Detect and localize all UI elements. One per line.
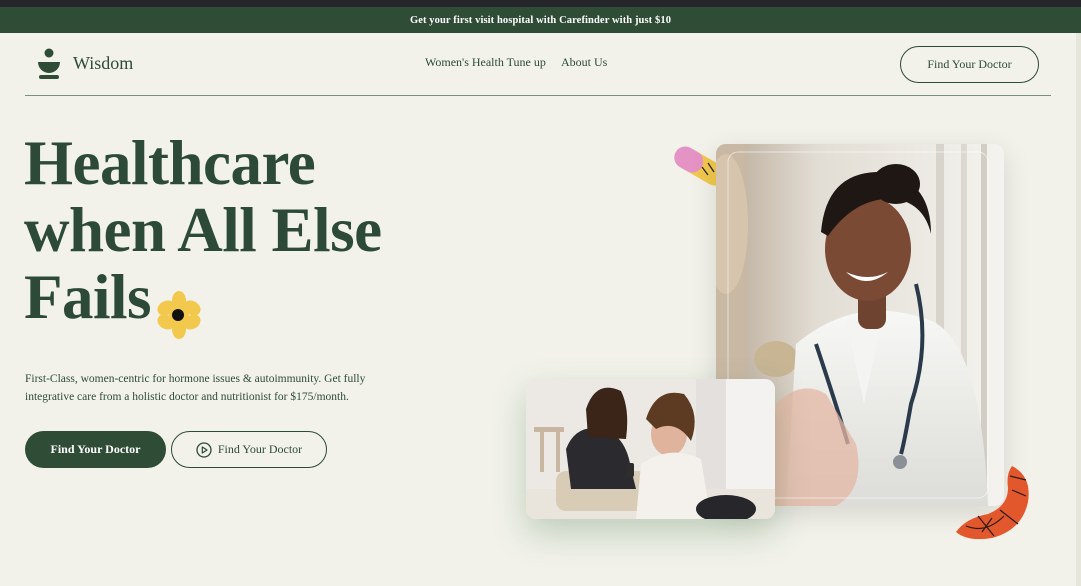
hero-title-line-2: when All Else: [24, 195, 382, 265]
find-doctor-nav-button[interactable]: Find Your Doctor: [900, 46, 1039, 83]
window-right-edge: [1076, 33, 1081, 586]
promo-text: Get your first visit hospital with Caref…: [409, 14, 672, 26]
find-doctor-secondary-label: Find Your Doctor: [217, 442, 303, 456]
top-navigation: Wisdom Women's Health Tune up About Us F…: [25, 33, 1051, 96]
wisdom-logo-icon[interactable]: [36, 48, 62, 80]
brand-name[interactable]: Wisdom: [73, 53, 133, 74]
two-girls-with-phone-photo: [526, 379, 775, 519]
hero-description-line-2: integrative care from a holistic doctor …: [25, 391, 349, 403]
play-circle-icon: [196, 441, 212, 458]
nav-link-womens-health[interactable]: Women's Health Tune up: [425, 55, 546, 70]
window-top-edge: [0, 0, 1081, 7]
hero-title-line-1: Healthcare: [24, 128, 316, 198]
hero-description-line-1: First-Class, women-centric for hormone i…: [25, 373, 366, 385]
find-doctor-primary-button[interactable]: Find Your Doctor: [25, 431, 166, 468]
hero-title-line-3: Fails: [24, 262, 152, 332]
hero-description: First-Class, women-centric for hormone i…: [25, 370, 385, 406]
nav-link-about-us[interactable]: About Us: [561, 55, 607, 70]
worm-decoration-icon: [956, 466, 1029, 540]
hero-title: Healthcare when All Else Fails: [24, 130, 444, 331]
find-doctor-secondary-button[interactable]: Find Your Doctor: [171, 431, 327, 468]
promo-banner: Get your first visit hospital with Caref…: [0, 7, 1081, 33]
flower-icon: [157, 291, 201, 339]
